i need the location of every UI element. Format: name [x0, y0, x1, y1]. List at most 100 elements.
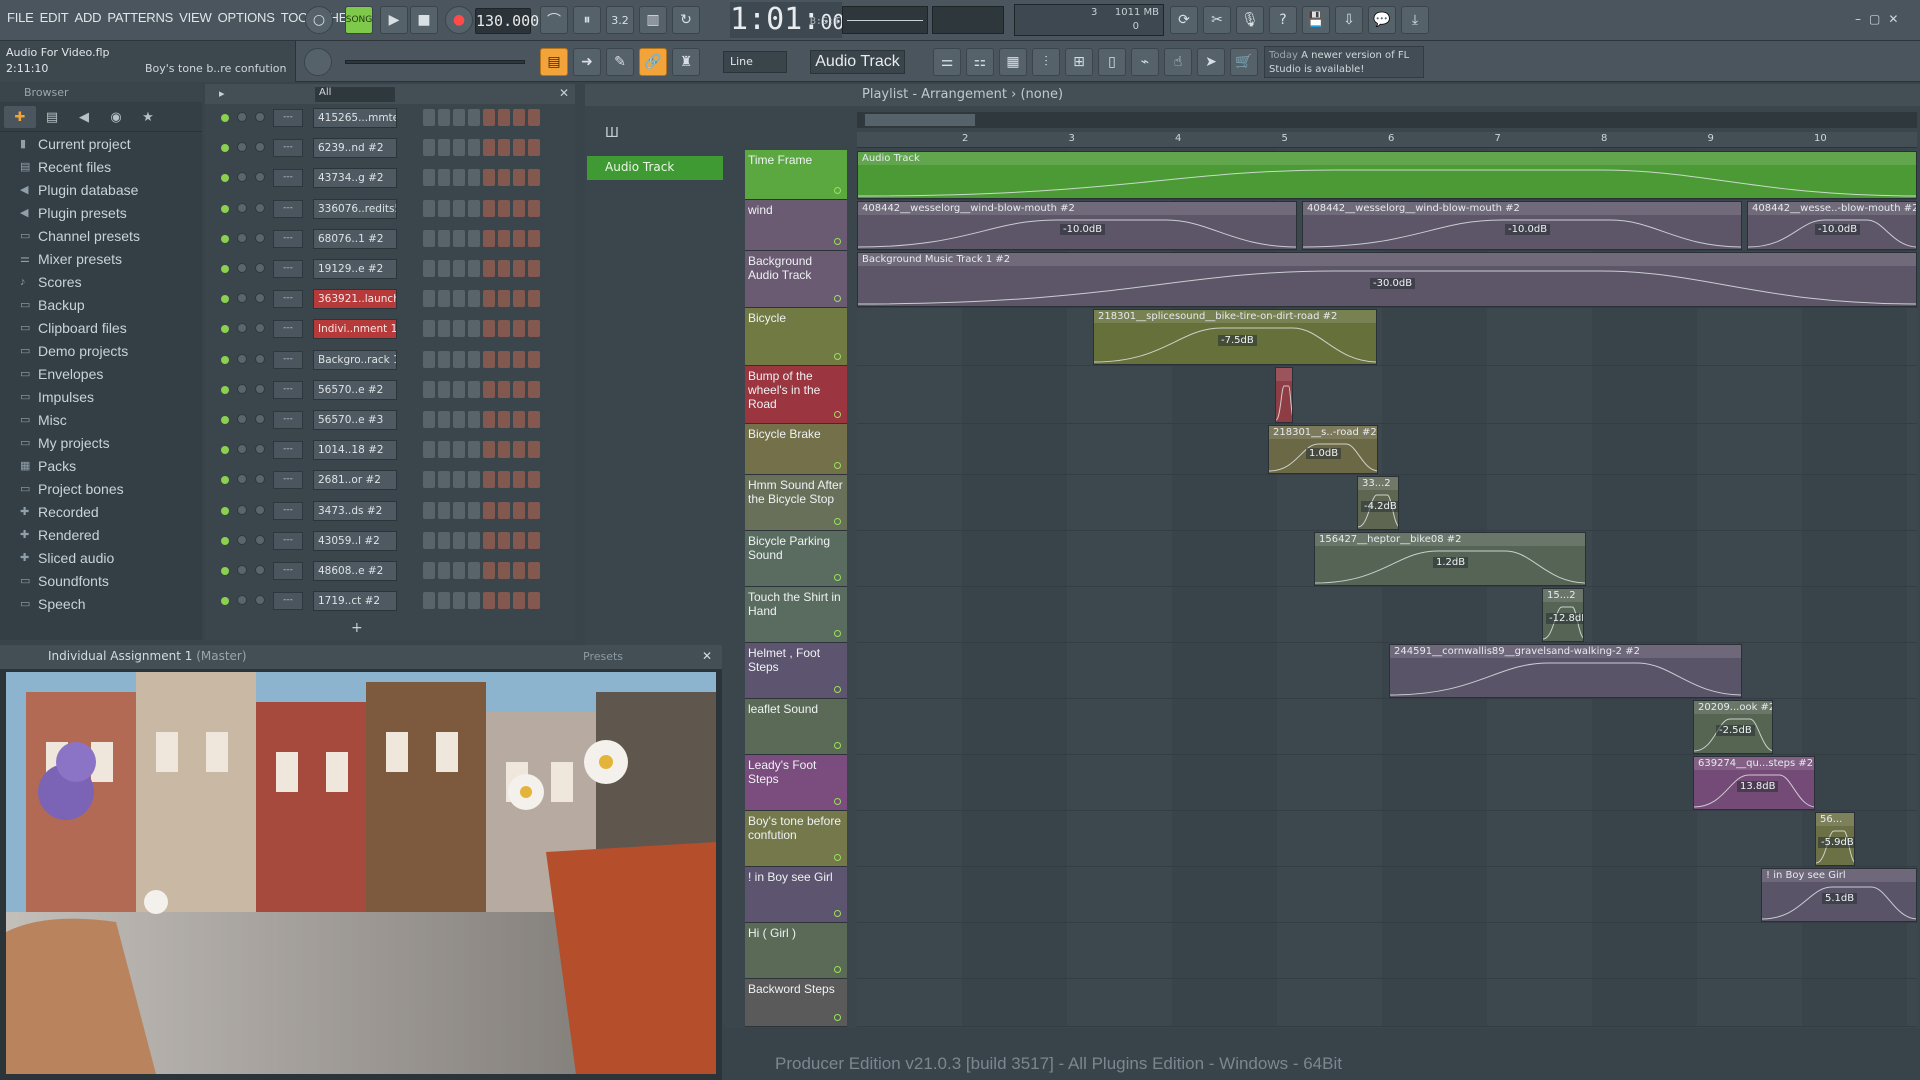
channel-steps[interactable] [423, 501, 540, 519]
step-button[interactable] [468, 380, 480, 398]
channel-volume-knob[interactable] [255, 565, 265, 575]
step-button[interactable] [483, 350, 495, 368]
channel-mute-led[interactable] [221, 355, 229, 364]
channel-volume-knob[interactable] [255, 323, 265, 334]
track-header[interactable]: ! in Boy see Girl [745, 867, 847, 923]
step-button[interactable] [528, 471, 540, 489]
channel-mute-led[interactable] [221, 265, 229, 273]
audio-clip[interactable]: 15...2 -12.8dB [1542, 588, 1584, 642]
track-enable-led[interactable] [834, 854, 841, 861]
track-header[interactable]: Hi ( Girl ) [745, 923, 847, 979]
browser-item-scores[interactable]: ♪ Scores [0, 270, 202, 293]
track-enable-led[interactable] [834, 910, 841, 917]
step-button[interactable] [438, 531, 450, 549]
plugin-picker-button[interactable]: ⌁ [1131, 48, 1159, 76]
channel-mute-led[interactable] [221, 114, 229, 122]
track-enable-led[interactable] [834, 966, 841, 973]
speaker-tab-icon[interactable]: ◀ [68, 106, 100, 128]
audio-input-button[interactable]: 🎙 [1236, 6, 1264, 34]
step-button[interactable] [513, 290, 525, 308]
step-button[interactable] [513, 501, 525, 519]
browser-item-my-projects[interactable]: ▭ My projects [0, 431, 202, 454]
step-button[interactable] [483, 320, 495, 338]
channel-mixer-track[interactable]: --- [273, 109, 303, 127]
channel-row[interactable]: --- 1014..18 #2 [205, 438, 575, 462]
step-button[interactable] [498, 380, 510, 398]
track-enable-led[interactable] [834, 1014, 841, 1021]
close-icon[interactable]: ✕ [559, 86, 569, 100]
channel-volume-knob[interactable] [255, 504, 265, 515]
step-button[interactable] [468, 441, 480, 459]
step-button[interactable] [438, 290, 450, 308]
channel-steps[interactable] [423, 139, 540, 157]
step-button[interactable] [468, 260, 480, 277]
step-button[interactable] [528, 199, 540, 217]
track-lane[interactable] [857, 811, 1917, 867]
audio-clip[interactable]: 218301__s..-road #2 1.0dB [1268, 425, 1378, 474]
step-button[interactable] [528, 380, 540, 398]
channel-row[interactable]: --- 2681..or #2 [205, 468, 575, 492]
channel-steps[interactable] [423, 169, 540, 187]
pattern-selector[interactable]: Audio Track [810, 50, 905, 74]
step-button[interactable] [468, 471, 480, 489]
channel-mixer-track[interactable]: --- [273, 531, 303, 550]
step-button[interactable] [453, 471, 465, 489]
channel-pan-knob[interactable] [237, 474, 247, 485]
step-button[interactable] [483, 531, 495, 549]
channel-mixer-track[interactable]: --- [273, 411, 303, 429]
step-button[interactable] [528, 260, 540, 277]
browser-item-plugin-database[interactable]: ◀ Plugin database [0, 178, 202, 201]
channel-mixer-track[interactable]: --- [273, 139, 303, 158]
step-edit-button[interactable]: ▥ [639, 6, 667, 34]
channel-name[interactable]: 1719..ct #2 [313, 591, 397, 612]
step-button[interactable] [453, 139, 465, 157]
channel-volume-knob[interactable] [255, 263, 265, 273]
step-button[interactable] [438, 109, 450, 126]
browser-item-envelopes[interactable]: ▭ Envelopes [0, 362, 202, 385]
channel-name[interactable]: 43059..l #2 [313, 530, 397, 551]
shop-button[interactable]: 🛒 [1230, 48, 1258, 76]
step-button[interactable] [528, 592, 540, 610]
track-header[interactable]: leaflet Sound [745, 699, 847, 755]
menu-item-patterns[interactable]: PATTERNS [104, 10, 176, 25]
step-button[interactable] [483, 169, 495, 187]
browser-item-backup[interactable]: ▭ Backup [0, 293, 202, 316]
step-button[interactable] [453, 169, 465, 187]
channel-row[interactable]: --- 363921..launch [205, 287, 575, 311]
channel-volume-knob[interactable] [255, 353, 265, 364]
channel-steps[interactable] [423, 109, 540, 126]
channel-volume-knob[interactable] [255, 172, 265, 183]
step-button[interactable] [483, 471, 495, 489]
track-lane[interactable] [857, 424, 1917, 475]
channel-pan-knob[interactable] [237, 142, 247, 153]
step-button[interactable] [453, 229, 465, 247]
channel-steps[interactable] [423, 411, 540, 428]
step-button[interactable] [513, 320, 525, 338]
track-header[interactable]: wind [745, 200, 847, 251]
browser-item-clipboard-files[interactable]: ▭ Clipboard files [0, 316, 202, 339]
step-button[interactable] [438, 320, 450, 338]
channel-mute-led[interactable] [221, 416, 229, 424]
step-button[interactable] [453, 411, 465, 428]
track-enable-led[interactable] [834, 187, 841, 194]
step-button[interactable] [528, 562, 540, 579]
audio-clip[interactable]: Audio Track [857, 151, 1917, 199]
step-button[interactable] [483, 592, 495, 610]
channel-mute-led[interactable] [221, 325, 229, 334]
channel-name[interactable]: 363921..launch [313, 289, 397, 310]
render-button[interactable]: ⇩ [1335, 6, 1363, 34]
track-header[interactable]: Bicycle Parking Sound [745, 531, 847, 587]
step-button[interactable] [423, 290, 435, 308]
step-button[interactable] [423, 411, 435, 428]
track-enable-led[interactable] [834, 411, 841, 418]
channel-row[interactable]: --- 1719..ct #2 [205, 589, 575, 613]
browser-item-recent-files[interactable]: ▤ Recent files [0, 155, 202, 178]
audio-clip[interactable]: 56... -5.9dB [1815, 812, 1855, 866]
step-button[interactable] [438, 471, 450, 489]
step-button[interactable] [483, 562, 495, 579]
step-button[interactable] [438, 441, 450, 459]
channel-volume-knob[interactable] [255, 293, 265, 304]
stop-button[interactable]: ■ [410, 6, 438, 34]
step-button[interactable] [528, 441, 540, 459]
step-button[interactable] [513, 531, 525, 549]
